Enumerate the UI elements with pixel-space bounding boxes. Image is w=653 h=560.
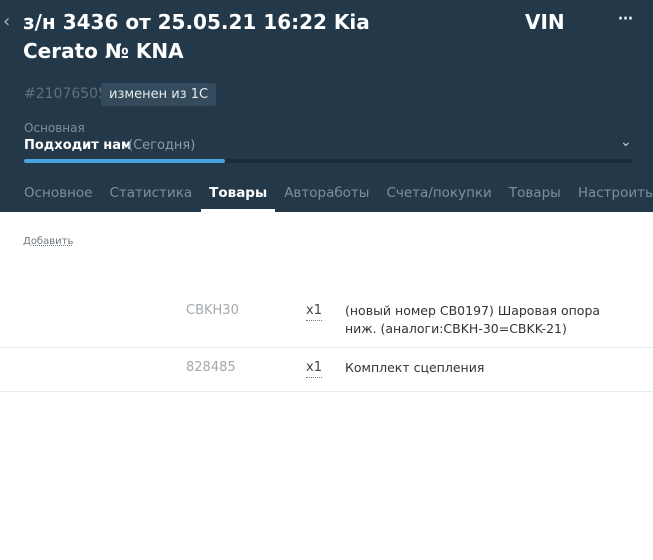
tab-main[interactable]: Основное [24,183,92,212]
tab-autoworks[interactable]: Автоработы [284,183,369,212]
item-quantity[interactable]: x1 [306,359,322,378]
pipeline-label: Основная [24,121,85,135]
order-header: ‹ з/н 3436 от 25.05.21 16:22 Kia Cerato … [0,0,653,212]
status-badge: изменен из 1С [101,83,217,106]
item-description: Комплект сцепления [345,360,485,375]
page-title: з/н 3436 от 25.05.21 16:22 Kia Cerato № … [23,10,370,63]
stage-progress-bar[interactable] [24,159,633,163]
chevron-down-icon[interactable]: ⌄ [620,134,632,150]
tab-invoices[interactable]: Счета/покупки [386,183,491,212]
item-description: (новый номер CB0197) Шаровая опора ниж. … [345,303,601,336]
more-horizontal-icon[interactable]: ··· [617,8,634,32]
vin-label: VIN [525,10,565,34]
tab-goods[interactable]: Товары [201,183,276,212]
table-row[interactable]: CBKH30 x1 (новый номер CB0197) Шаровая о… [0,290,653,348]
order-id: #21076505 [24,86,107,102]
chevron-left-icon[interactable]: ‹ [3,11,10,33]
item-quantity[interactable]: x1 [306,302,322,321]
stage-progress-fill [24,159,225,163]
stage-date: (Сегодня) [128,138,196,153]
stage-selector[interactable]: Подходит нам [24,137,132,155]
item-code: 828485 [186,360,236,375]
tab-configure[interactable]: Настроить [578,183,653,212]
tab-bar: Основное Статистика Товары Автоработы Сч… [24,183,653,212]
tab-statistics[interactable]: Статистика [109,183,192,212]
table-row[interactable]: 828485 x1 Комплект сцепления [0,348,653,392]
item-code: CBKH30 [186,303,239,318]
tab-goods-2[interactable]: Товары [509,183,561,212]
add-item-link[interactable]: Добавить [23,235,73,249]
